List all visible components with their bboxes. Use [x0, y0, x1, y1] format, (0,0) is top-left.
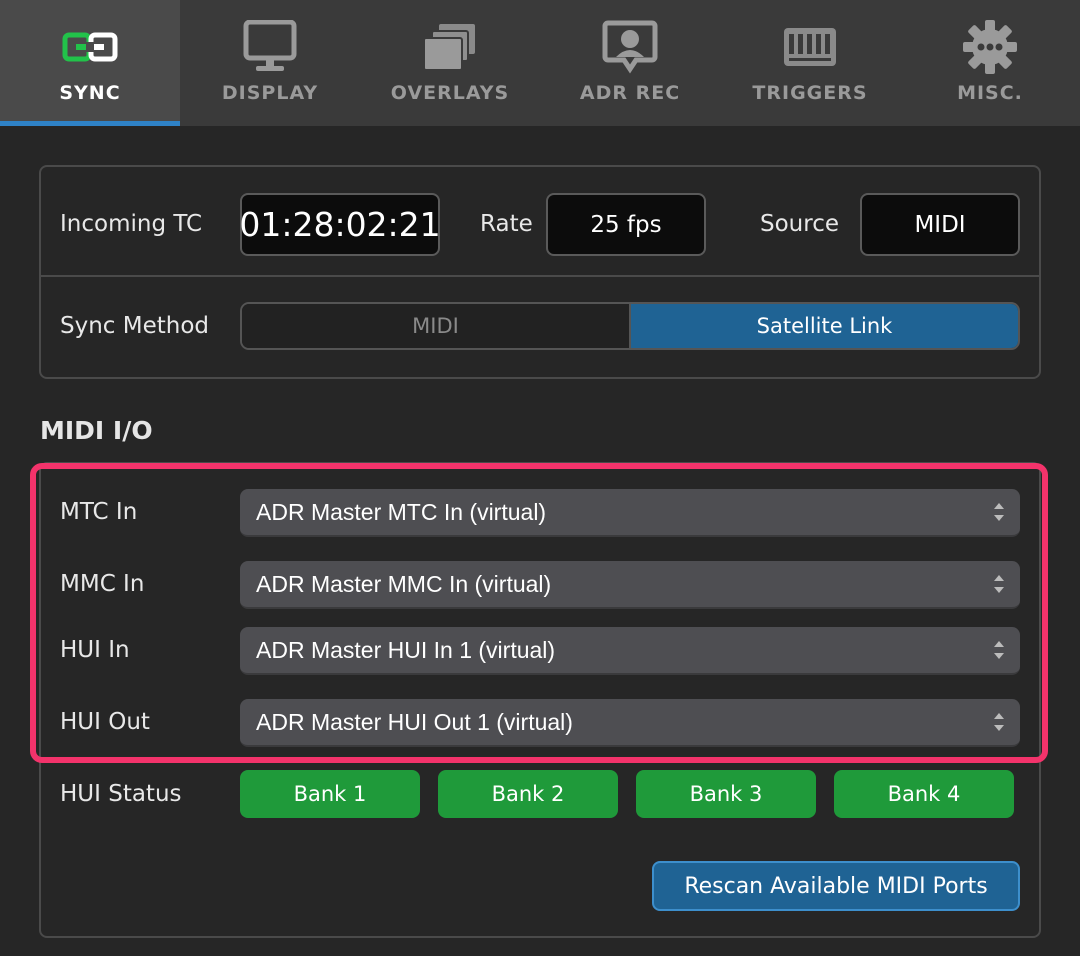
mmc-in-label: MMC In — [60, 571, 145, 597]
rescan-midi-ports-button[interactable]: Rescan Available MIDI Ports — [652, 861, 1020, 911]
overlays-icon — [415, 18, 485, 76]
updown-arrows-icon — [994, 503, 1004, 521]
tab-triggers[interactable]: TRIGGERS — [720, 0, 900, 126]
mmc-in-select[interactable]: ADR Master MMC In (virtual) — [240, 561, 1020, 609]
source-display: MIDI — [860, 193, 1020, 256]
tab-label: TRIGGERS — [752, 82, 868, 104]
tab-label: ADR REC — [579, 82, 681, 104]
gear-icon — [955, 18, 1025, 76]
divider — [41, 275, 1039, 277]
sync-method-selector: MIDI Satellite Link — [240, 302, 1020, 350]
hui-in-label: HUI In — [60, 637, 130, 663]
mmc-in-value: ADR Master MMC In (virtual) — [256, 570, 552, 597]
tab-overlays[interactable]: OVERLAYS — [360, 0, 540, 126]
updown-arrows-icon — [994, 641, 1004, 659]
midi-icon — [775, 18, 845, 76]
hui-status-label: HUI Status — [60, 781, 182, 807]
hui-out-select[interactable]: ADR Master HUI Out 1 (virtual) — [240, 699, 1020, 747]
mtc-in-value: ADR Master MTC In (virtual) — [256, 498, 547, 525]
incoming-tc-display: 01:28:02:21 — [239, 193, 441, 256]
midi-io-title: MIDI I/O — [40, 416, 153, 445]
updown-arrows-icon — [994, 575, 1004, 593]
updown-arrows-icon — [994, 713, 1004, 731]
hui-in-select[interactable]: ADR Master HUI In 1 (virtual) — [240, 627, 1020, 675]
bank-3-indicator: Bank 3 — [636, 770, 816, 818]
source-label: Source — [760, 211, 839, 237]
tab-label: OVERLAYS — [390, 82, 510, 104]
rate-display: 25 fps — [546, 193, 706, 256]
incoming-tc-label: Incoming TC — [60, 211, 203, 237]
hui-out-value: ADR Master HUI Out 1 (virtual) — [256, 708, 573, 735]
bank-1-indicator: Bank 1 — [240, 770, 420, 818]
hui-out-label: HUI Out — [60, 709, 150, 735]
sync-method-midi[interactable]: MIDI — [242, 304, 629, 348]
hui-in-value: ADR Master HUI In 1 (virtual) — [256, 636, 556, 663]
tab-label: SYNC — [59, 82, 121, 104]
bank-2-indicator: Bank 2 — [438, 770, 618, 818]
sync-method-satellite-link[interactable]: Satellite Link — [629, 304, 1018, 348]
tab-misc[interactable]: MISC. — [900, 0, 1080, 126]
sync-icon — [55, 18, 125, 76]
monitor-icon — [235, 18, 305, 76]
sync-method-label: Sync Method — [60, 313, 210, 339]
rate-label: Rate — [480, 211, 533, 237]
tab-sync[interactable]: SYNC — [0, 0, 180, 126]
adr-rec-icon — [595, 18, 665, 76]
tab-adr-rec[interactable]: ADR REC — [540, 0, 720, 126]
mtc-in-label: MTC In — [60, 499, 138, 525]
bank-4-indicator: Bank 4 — [834, 770, 1014, 818]
tab-label: MISC. — [957, 82, 1023, 104]
tab-bar: SYNC DISPLAY OVERLAYS ADR REC TRIGGERS M… — [0, 0, 1080, 126]
mtc-in-select[interactable]: ADR Master MTC In (virtual) — [240, 489, 1020, 537]
tab-display[interactable]: DISPLAY — [180, 0, 360, 126]
tab-label: DISPLAY — [221, 82, 319, 104]
